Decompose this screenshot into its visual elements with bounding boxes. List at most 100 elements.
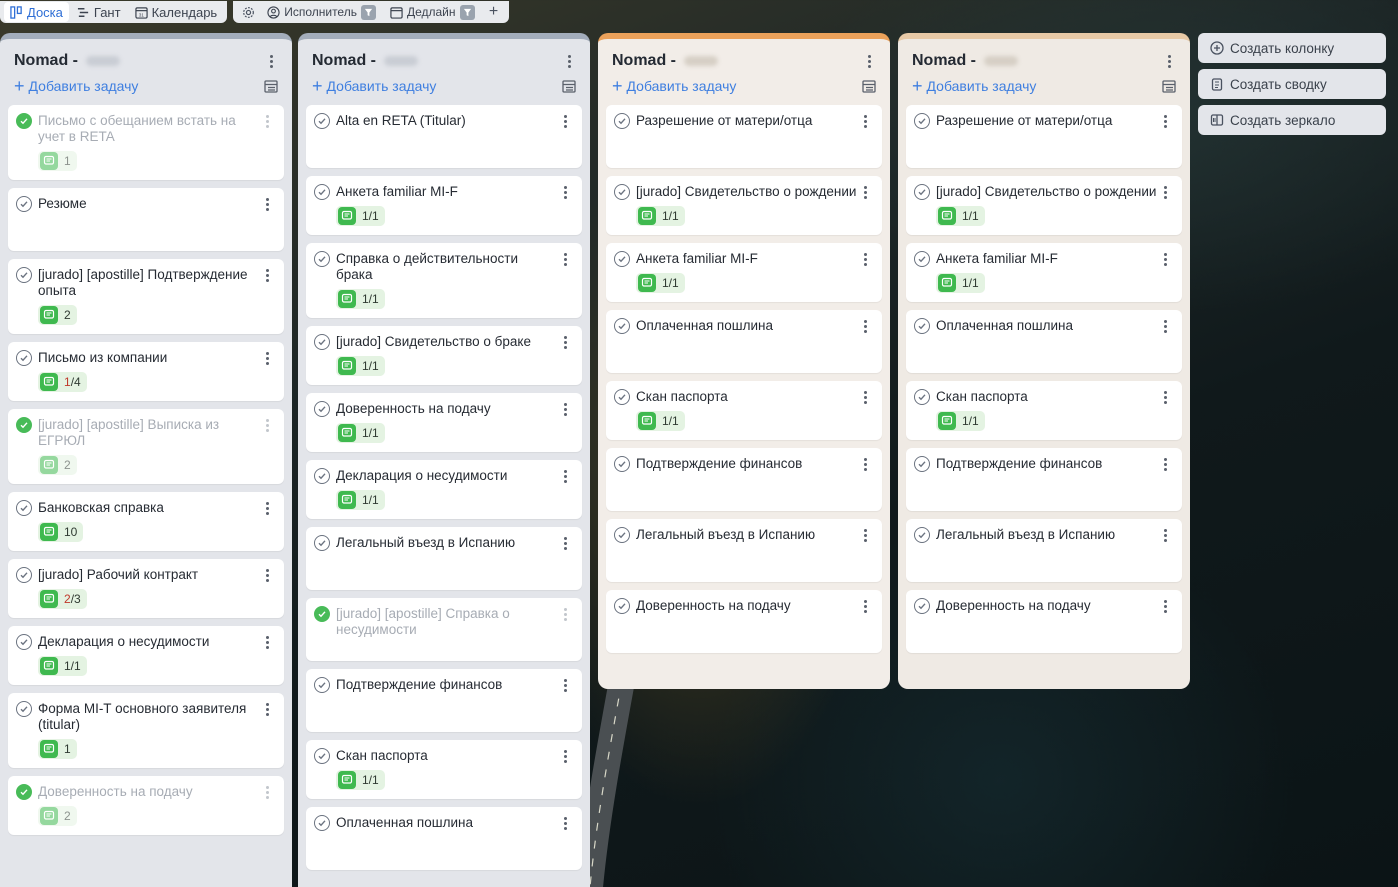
more-icon[interactable]	[260, 269, 274, 282]
more-icon[interactable]	[558, 537, 572, 550]
more-icon[interactable]	[260, 419, 274, 432]
subtask-badge[interactable]: 2	[38, 305, 77, 325]
task-card[interactable]: Анкета familiar MI-F 1/1	[306, 176, 582, 235]
task-checkbox[interactable]	[614, 113, 630, 129]
task-card[interactable]: Оплаченная пошлина	[906, 310, 1182, 373]
more-icon[interactable]	[1158, 186, 1172, 199]
more-icon[interactable]	[260, 198, 274, 211]
task-card[interactable]: Разрешение от матери/отца	[606, 105, 882, 168]
more-icon[interactable]	[858, 320, 872, 333]
subtask-badge[interactable]: 1/1	[936, 411, 985, 431]
more-icon[interactable]	[1158, 529, 1172, 542]
more-icon[interactable]	[858, 186, 872, 199]
tab-board[interactable]: Доска	[4, 2, 69, 22]
task-card[interactable]: Анкета familiar MI-F 1/1	[606, 243, 882, 302]
task-card[interactable]: Доверенность на подачу 2	[8, 776, 284, 835]
more-icon[interactable]	[260, 502, 274, 515]
task-card[interactable]: Скан паспорта 1/1	[606, 381, 882, 440]
more-icon[interactable]	[558, 470, 572, 483]
task-card[interactable]: Доверенность на подачу	[906, 590, 1182, 653]
more-icon[interactable]	[558, 186, 572, 199]
task-card[interactable]: Подтверждение финансов	[606, 448, 882, 511]
more-icon[interactable]	[1158, 320, 1172, 333]
task-card[interactable]: [jurado] Свидетельство о рождении 1/1	[906, 176, 1182, 235]
task-checkbox[interactable]	[16, 567, 32, 583]
task-checkbox[interactable]	[614, 456, 630, 472]
more-icon[interactable]	[1158, 115, 1172, 128]
more-icon[interactable]	[858, 253, 872, 266]
task-card[interactable]: Декларация о несудимости 1/1	[306, 460, 582, 519]
task-checkbox[interactable]	[314, 535, 330, 551]
task-checkbox[interactable]	[16, 701, 32, 717]
task-checkbox[interactable]	[614, 184, 630, 200]
subtask-badge[interactable]: 1/4	[38, 372, 87, 392]
subtask-badge[interactable]: 1/1	[336, 206, 385, 226]
more-icon[interactable]	[858, 529, 872, 542]
add-task-button[interactable]: + Добавить задачу	[912, 77, 1036, 95]
more-icon[interactable]	[558, 336, 572, 349]
task-card[interactable]: Письмо с обещанием встать на учет в RETA…	[8, 105, 284, 180]
more-icon[interactable]	[264, 54, 278, 68]
more-icon[interactable]	[260, 115, 274, 128]
more-icon[interactable]	[260, 703, 274, 716]
task-checkbox[interactable]	[614, 598, 630, 614]
create-summary-button[interactable]: Создать сводку	[1198, 69, 1386, 99]
task-card[interactable]: Резюме	[8, 188, 284, 251]
task-checkbox[interactable]	[16, 784, 32, 800]
subtask-badge[interactable]: 2/3	[38, 589, 87, 609]
task-checkbox[interactable]	[914, 184, 930, 200]
task-checkbox[interactable]	[614, 527, 630, 543]
subtask-badge[interactable]: 1/1	[636, 411, 685, 431]
create-mirror-button[interactable]: Создать зеркало	[1198, 105, 1386, 135]
task-checkbox[interactable]	[614, 318, 630, 334]
subtask-badge[interactable]: 1/1	[636, 273, 685, 293]
subtask-badge[interactable]: 1/1	[936, 206, 985, 226]
subtask-badge[interactable]: 10	[38, 522, 84, 542]
card-layout-icon[interactable]	[562, 79, 576, 93]
tab-gantt[interactable]: Гант	[71, 2, 127, 22]
task-card[interactable]: Оплаченная пошлина	[306, 807, 582, 870]
task-card[interactable]: Форма MI-T основного заявителя (titular)…	[8, 693, 284, 768]
subtask-badge[interactable]: 1/1	[336, 490, 385, 510]
task-checkbox[interactable]	[16, 634, 32, 650]
subtask-badge[interactable]: 1	[38, 739, 77, 759]
more-icon[interactable]	[558, 403, 572, 416]
more-icon[interactable]	[1158, 391, 1172, 404]
task-card[interactable]: Легальный въезд в Испанию	[606, 519, 882, 582]
task-card[interactable]: Подтверждение финансов	[906, 448, 1182, 511]
task-card[interactable]: Скан паспорта 1/1	[306, 740, 582, 799]
task-checkbox[interactable]	[914, 598, 930, 614]
subtask-badge[interactable]: 1/1	[336, 423, 385, 443]
task-card[interactable]: Банковская справка 10	[8, 492, 284, 551]
assignee-filter[interactable]: Исполнитель	[261, 2, 382, 22]
task-card[interactable]: Оплаченная пошлина	[606, 310, 882, 373]
task-checkbox[interactable]	[914, 318, 930, 334]
task-checkbox[interactable]	[314, 815, 330, 831]
subtask-badge[interactable]: 1/1	[636, 206, 685, 226]
task-card[interactable]: Легальный въезд в Испанию	[306, 527, 582, 590]
task-checkbox[interactable]	[314, 468, 330, 484]
subtask-badge[interactable]: 1/1	[336, 289, 385, 309]
more-icon[interactable]	[558, 679, 572, 692]
create-column-button[interactable]: Создать колонку	[1198, 33, 1386, 63]
task-card[interactable]: [jurado] Свидетельство о рождении 1/1	[606, 176, 882, 235]
settings-button[interactable]	[237, 2, 259, 22]
more-icon[interactable]	[1158, 253, 1172, 266]
more-icon[interactable]	[1158, 458, 1172, 471]
more-icon[interactable]	[858, 391, 872, 404]
task-card[interactable]: Alta en RETA (Titular)	[306, 105, 582, 168]
more-icon[interactable]	[858, 458, 872, 471]
task-card[interactable]: Письмо из компании 1/4	[8, 342, 284, 401]
task-checkbox[interactable]	[314, 748, 330, 764]
task-card[interactable]: Разрешение от матери/отца	[906, 105, 1182, 168]
task-checkbox[interactable]	[314, 184, 330, 200]
more-icon[interactable]	[558, 115, 572, 128]
task-checkbox[interactable]	[16, 113, 32, 129]
subtask-badge[interactable]: 1/1	[336, 770, 385, 790]
task-checkbox[interactable]	[16, 500, 32, 516]
task-checkbox[interactable]	[614, 389, 630, 405]
task-card[interactable]: [jurado] [apostille] Выписка из ЕГРЮЛ 2	[8, 409, 284, 484]
task-card[interactable]: Легальный въезд в Испанию	[906, 519, 1182, 582]
more-icon[interactable]	[858, 600, 872, 613]
more-icon[interactable]	[1162, 54, 1176, 68]
